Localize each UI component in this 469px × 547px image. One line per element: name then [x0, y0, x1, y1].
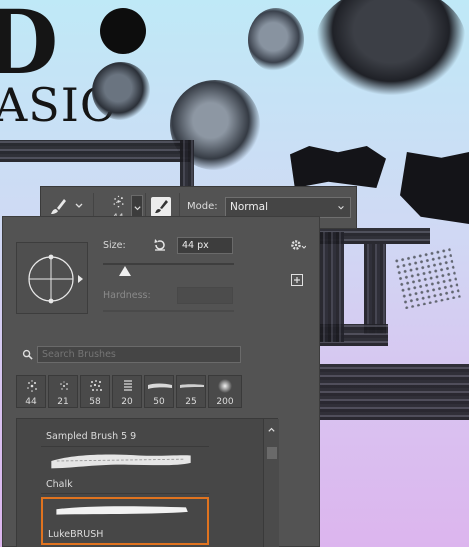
recent-brush-size: 44 [25, 397, 37, 407]
recent-brush-size: 25 [185, 397, 197, 407]
recent-brush-size: 200 [216, 397, 234, 407]
brush-item[interactable]: Chalk [41, 448, 209, 494]
brush-preset-panel: Size: 44 px Hardness: 44 21 [2, 216, 320, 547]
brush-settings-icon [155, 200, 168, 213]
recent-brush[interactable]: 21 [48, 375, 78, 408]
brush-item-name: Sampled Brush 5 9 [46, 431, 137, 442]
spatter-brush-icon [90, 380, 102, 391]
recent-brush[interactable]: 25 [176, 375, 206, 408]
size-slider-track[interactable] [103, 263, 234, 265]
recent-brush-size: 58 [89, 397, 101, 407]
blend-mode-select[interactable]: Normal [225, 197, 351, 218]
chevron-down-icon [134, 206, 141, 211]
brush-angle-crosshair-icon [28, 254, 83, 304]
brush-item-selected[interactable]: LukeBRUSH [41, 497, 209, 545]
canvas-bar [0, 140, 190, 162]
recent-brush-size: 20 [121, 397, 133, 407]
search-brushes-input[interactable] [37, 346, 241, 363]
recent-brush[interactable]: 20 [112, 375, 142, 408]
canvas-ink-shape [400, 152, 469, 224]
size-label: Size: [103, 240, 126, 251]
size-input[interactable]: 44 px [177, 237, 233, 254]
brush-stroke-preview [51, 454, 191, 469]
brush-preset-list: Sampled Brush 5 9 Chalk LukeBRUSH [16, 418, 279, 547]
blend-mode-value: Normal [230, 201, 268, 213]
canvas-bar [364, 244, 386, 334]
hardness-slider-track [103, 310, 234, 312]
brush-item-name: Chalk [46, 479, 73, 490]
gear-icon[interactable] [290, 239, 306, 251]
canvas-bar [320, 364, 469, 420]
mode-label: Mode: [187, 201, 218, 212]
chalk-stroke-icon [148, 383, 172, 389]
lines-brush-icon [124, 380, 132, 391]
brush-angle-roundness-preview[interactable] [16, 242, 88, 314]
recent-brush[interactable]: 44 [16, 375, 46, 408]
spatter-brush-icon [27, 380, 37, 392]
canvas-blob [248, 8, 304, 72]
chalk-stroke-icon [180, 384, 204, 388]
canvas-speckle-box [393, 246, 461, 310]
recent-brush-size: 21 [57, 397, 69, 407]
hardness-input [177, 287, 233, 304]
chevron-down-icon[interactable] [74, 201, 84, 211]
spatter-brush-icon [60, 381, 68, 390]
spatter-brush-icon [113, 195, 124, 208]
chevron-up-icon[interactable] [267, 425, 276, 434]
recent-brush-size: 50 [153, 397, 165, 407]
brush-stroke-preview [56, 506, 188, 515]
search-icon [22, 349, 33, 360]
brush-search [19, 346, 243, 363]
brush-item-name: LukeBRUSH [48, 529, 104, 540]
recent-brushes-strip: 44 21 58 20 50 25 200 [16, 375, 242, 408]
canvas-blob [92, 62, 150, 120]
canvas-ink-shape [290, 146, 386, 188]
size-slider-thumb[interactable] [119, 266, 132, 276]
soft-round-brush-icon [218, 379, 232, 393]
reset-size-icon[interactable] [153, 238, 167, 252]
recent-brush[interactable]: 58 [80, 375, 110, 408]
hardness-label: Hardness: [103, 290, 151, 301]
recent-brush[interactable]: 200 [208, 375, 242, 408]
list-scrollbar[interactable] [263, 419, 279, 547]
scrollbar-thumb[interactable] [267, 447, 277, 459]
canvas-blob [316, 0, 466, 96]
paintbrush-icon[interactable] [48, 197, 68, 217]
canvas-black-dot [100, 8, 146, 54]
canvas-bar [320, 232, 344, 342]
brush-settings-panel-toggle[interactable] [151, 197, 171, 217]
brush-item[interactable]: Sampled Brush 5 9 [41, 419, 209, 447]
chevron-down-icon [338, 206, 344, 210]
new-preset-icon[interactable] [291, 274, 303, 286]
recent-brush[interactable]: 50 [144, 375, 174, 408]
